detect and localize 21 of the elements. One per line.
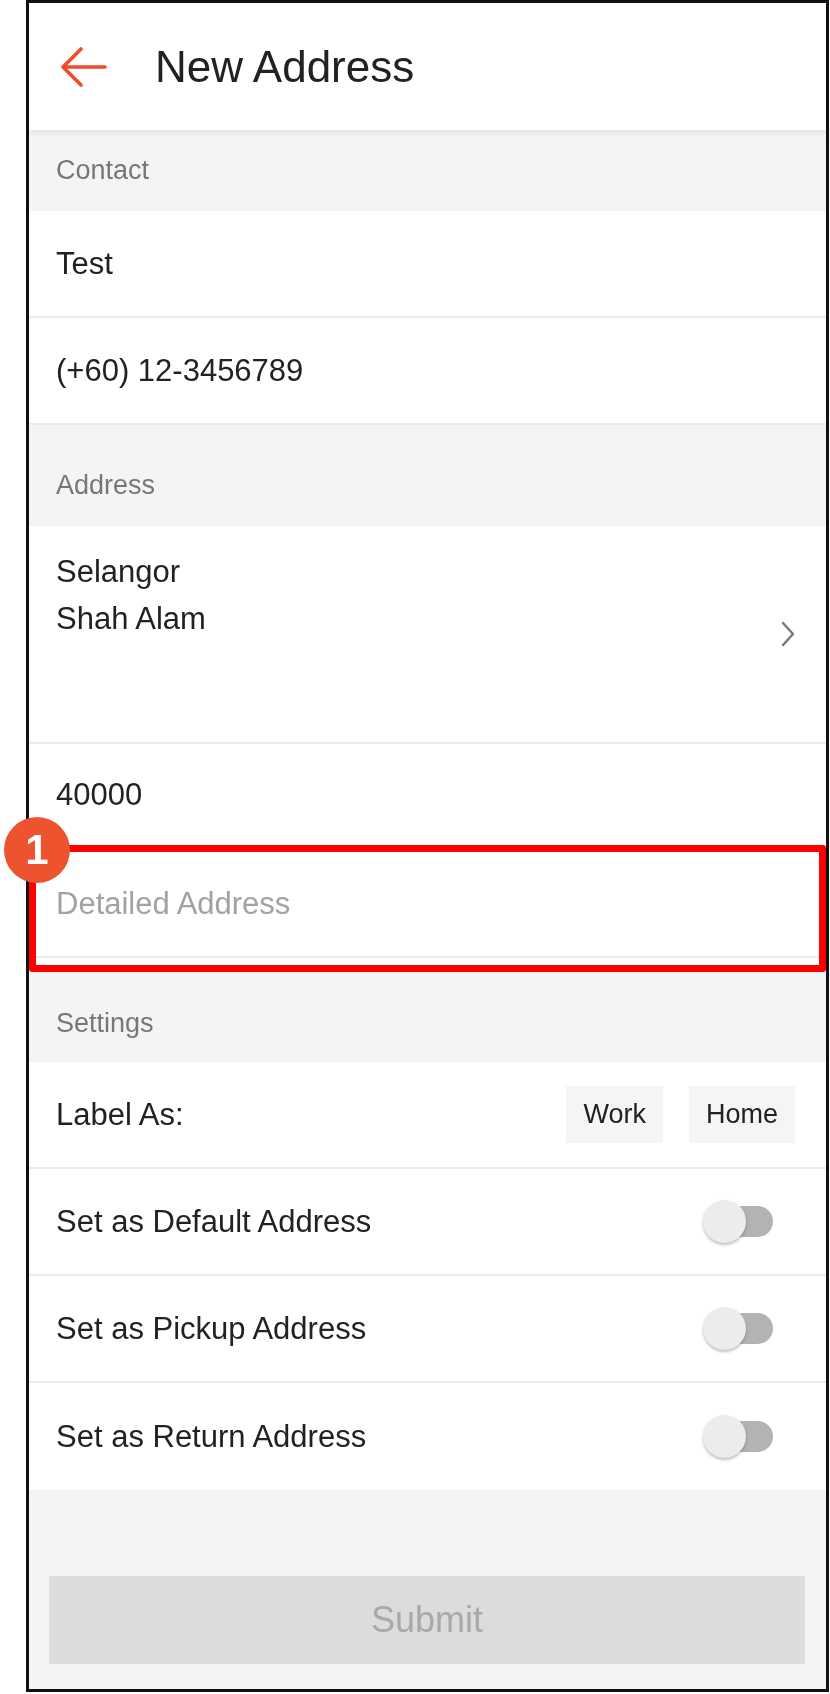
row-label: Label As: xyxy=(56,1096,184,1133)
chevron-right-icon xyxy=(781,621,795,647)
toggle-switch[interactable] xyxy=(703,1307,773,1350)
toggle-switch[interactable] xyxy=(703,1200,773,1243)
section-title: Address xyxy=(56,470,156,501)
row-label: Set as Pickup Address xyxy=(56,1310,367,1347)
label-option[interactable]: Work xyxy=(566,1086,663,1143)
section-title: Settings xyxy=(56,1007,154,1039)
row-label: Set as Default Address xyxy=(56,1203,372,1240)
back-arrow-icon xyxy=(59,46,107,87)
toggle-switch[interactable] xyxy=(703,1415,773,1458)
input-field[interactable]: 40000 xyxy=(56,776,799,813)
back-button[interactable] xyxy=(59,46,107,87)
section-title: Contact xyxy=(56,155,150,186)
page-title: New Address xyxy=(155,41,415,92)
label-option[interactable]: Home xyxy=(688,1086,795,1143)
row-label: Set as Return Address xyxy=(56,1418,367,1455)
input-field[interactable]: (+60) 12-3456789 xyxy=(56,352,799,389)
input-field[interactable]: Test xyxy=(56,245,799,282)
step-number-badge: 1 xyxy=(4,817,70,883)
input-field[interactable]: Detailed Address xyxy=(56,886,799,922)
